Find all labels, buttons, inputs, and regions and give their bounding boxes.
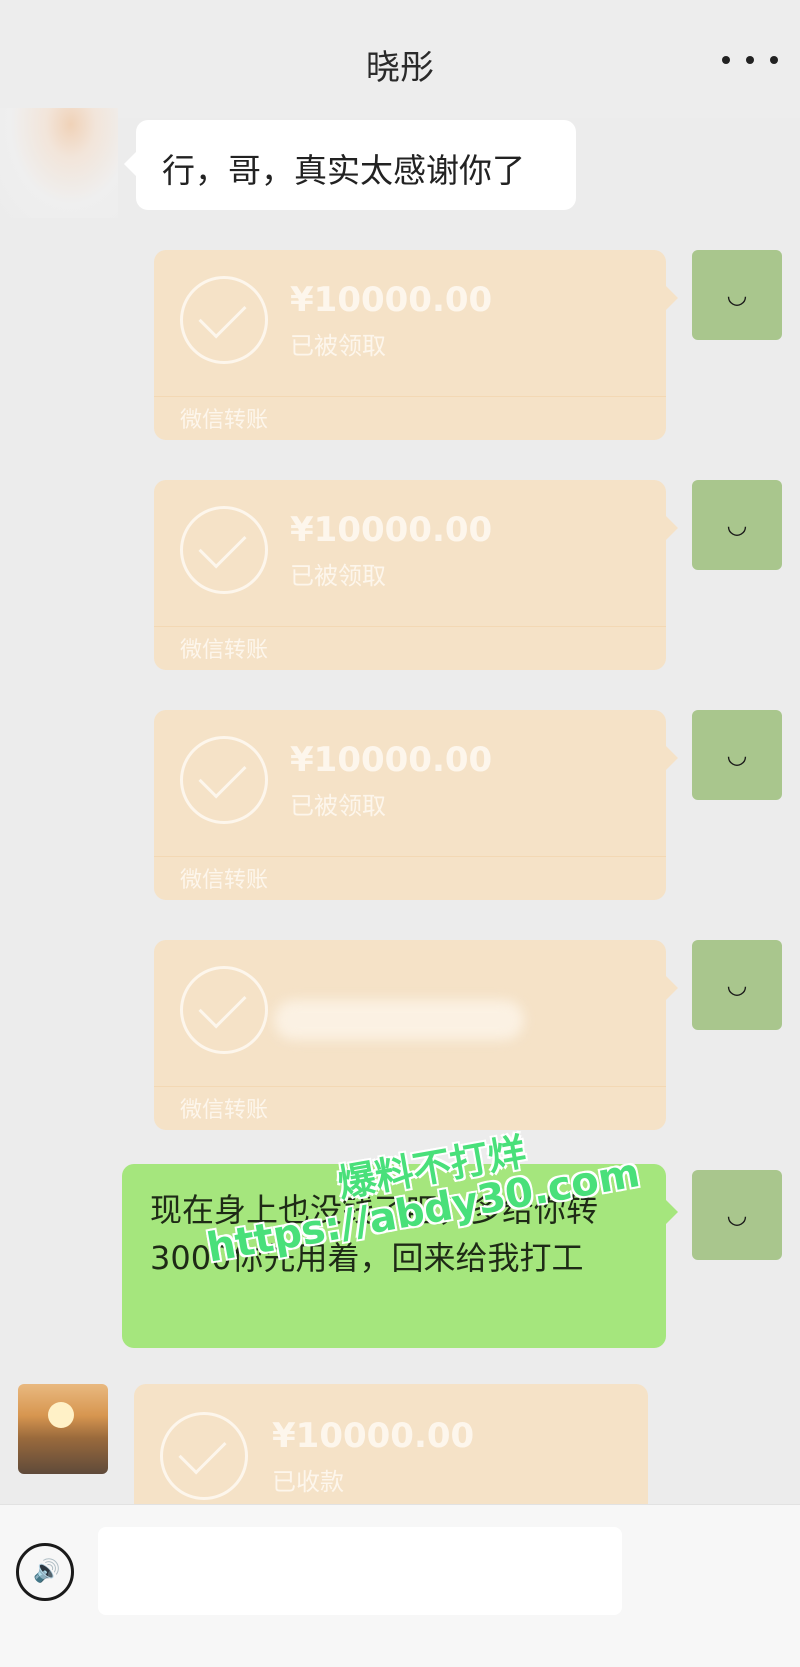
divider (154, 396, 666, 397)
check-circle-icon (180, 736, 268, 824)
transfer-card[interactable]: 微信转账 (154, 940, 678, 1130)
smile-face-icon: ◡ (727, 511, 747, 539)
self-avatar[interactable]: ◡ (692, 1170, 782, 1260)
check-circle-icon (180, 506, 268, 594)
incoming-message-bubble[interactable]: 行，哥，真实太感谢你了 (124, 120, 576, 210)
ellipsis-icon (746, 56, 754, 64)
message-text: 行，哥，真实太感谢你了 (162, 151, 525, 190)
incoming-transfer-card[interactable]: ¥10000.00 已收款 (134, 1384, 648, 1504)
ellipsis-icon (722, 56, 730, 64)
divider (154, 856, 666, 857)
self-avatar[interactable]: ◡ (692, 710, 782, 800)
smile-face-icon: ◡ (727, 1201, 747, 1229)
contact-avatar[interactable] (0, 108, 118, 218)
transfer-brand: 微信转账 (180, 868, 269, 893)
chat-header: 晓彤 (0, 0, 800, 118)
smile-face-icon: ◡ (727, 741, 747, 769)
ellipsis-icon (770, 56, 778, 64)
contact-avatar[interactable] (18, 1384, 108, 1474)
transfer-status: 已被领取 (290, 792, 386, 820)
outgoing-message-bubble[interactable]: 现在身上也没钱了吧，多给你转3000你先用着，回来给我打工 (122, 1164, 678, 1348)
divider (154, 626, 666, 627)
more-options-button[interactable] (722, 40, 778, 80)
smile-face-icon: ◡ (727, 281, 747, 309)
input-bar: 🔊 (0, 1504, 800, 1667)
message-text: 现在身上也没钱了吧，多给你转3000你先用着，回来给我打工 (150, 1191, 599, 1277)
divider (154, 1086, 666, 1087)
self-avatar[interactable]: ◡ (692, 250, 782, 340)
transfer-amount: ¥10000.00 (290, 740, 493, 780)
self-avatar[interactable]: ◡ (692, 480, 782, 570)
transfer-amount: ¥10000.00 (290, 280, 493, 320)
transfer-brand: 微信转账 (180, 408, 269, 433)
transfer-card[interactable]: ¥10000.00 已被领取 微信转账 (154, 250, 678, 440)
transfer-status: 已被领取 (290, 562, 386, 590)
transfer-amount: ¥10000.00 (290, 510, 493, 550)
check-circle-icon (180, 966, 268, 1054)
transfer-status: 已收款 (272, 1468, 344, 1496)
voice-button[interactable]: 🔊 (16, 1543, 74, 1601)
transfer-brand: 微信转账 (180, 638, 269, 663)
transfer-status: 已被领取 (290, 332, 386, 360)
message-input[interactable] (98, 1527, 622, 1615)
check-circle-icon (180, 276, 268, 364)
smile-face-icon: ◡ (727, 971, 747, 999)
transfer-amount: ¥10000.00 (272, 1416, 475, 1456)
transfer-card[interactable]: ¥10000.00 已被领取 微信转账 (154, 480, 678, 670)
transfer-card[interactable]: ¥10000.00 已被领取 微信转账 (154, 710, 678, 900)
redacted-amount (274, 1000, 524, 1040)
self-avatar[interactable]: ◡ (692, 940, 782, 1030)
voice-icon: 🔊 (33, 1559, 61, 1584)
transfer-brand: 微信转账 (180, 1098, 269, 1123)
chat-title: 晓彤 (366, 48, 434, 88)
avatar-photo (48, 1402, 74, 1428)
check-circle-icon (160, 1412, 248, 1500)
